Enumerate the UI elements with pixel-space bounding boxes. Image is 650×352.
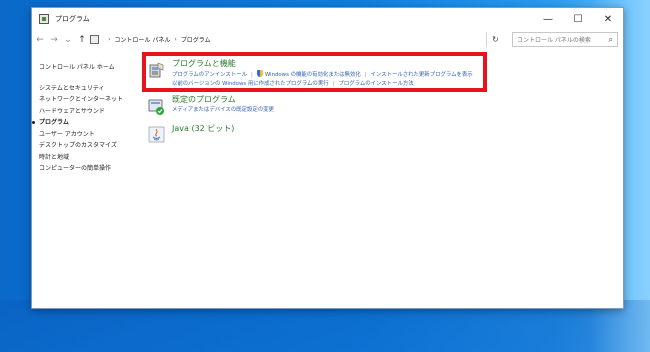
sidebar-item-user-accounts[interactable]: ユーザー アカウント — [36, 129, 136, 141]
highlight-box — [142, 52, 487, 92]
breadcrumb-programs[interactable]: プログラム — [181, 35, 211, 44]
up-arrow-icon[interactable]: ↑ — [76, 35, 88, 45]
back-arrow-icon[interactable]: ← — [34, 35, 46, 45]
sidebar-item-programs[interactable]: プログラム — [32, 117, 136, 129]
link-media-device-defaults[interactable]: メディアまたはデバイスの既定設定の変更 — [172, 107, 274, 113]
sidebar-item-network-internet[interactable]: ネットワークとインターネット — [36, 94, 136, 106]
close-button[interactable]: ✕ — [593, 8, 623, 30]
refresh-icon[interactable]: ↻ — [486, 32, 504, 47]
breadcrumb-control-panel[interactable]: コントロール パネル — [114, 35, 170, 44]
window-controls: — ☐ ✕ — [533, 8, 623, 30]
sidebar-item-clock-region[interactable]: 時計と地域 — [36, 152, 136, 164]
sidebar-item-hardware-sound[interactable]: ハードウェアとサウンド — [36, 106, 136, 118]
maximize-button[interactable]: ☐ — [563, 8, 593, 30]
category-title-java[interactable]: Java (32 ビット) — [172, 123, 234, 134]
sidebar-item-system-security[interactable]: システムとセキュリティ — [36, 83, 136, 95]
minimize-button[interactable]: — — [533, 8, 563, 30]
forward-arrow-icon[interactable]: → — [48, 35, 60, 45]
address-bar: ← → ⌄ ↑ › コントロール パネル › プログラム ↻ コントロール パネ… — [32, 30, 623, 50]
window-title: プログラム — [55, 15, 90, 23]
search-icon[interactable]: ⌕ — [609, 35, 613, 45]
control-panel-location-icon — [90, 35, 99, 44]
breadcrumb-separator-icon: › — [108, 36, 111, 43]
title-bar[interactable]: プログラム — ☐ ✕ — [32, 8, 623, 30]
sidebar-item-home[interactable]: コントロール パネル ホーム — [36, 62, 136, 74]
sidebar-item-ease-of-access[interactable]: コンピューターの簡単操作 — [36, 163, 136, 175]
default-programs-links: メディアまたはデバイスの既定設定の変更 — [172, 105, 274, 113]
category-title-default-programs[interactable]: 既定のプログラム — [172, 94, 236, 105]
breadcrumb-separator-icon: › — [174, 36, 177, 43]
sidebar: コントロール パネル ホーム システムとセキュリティ ネットワークとインターネッ… — [32, 62, 136, 175]
java-icon — [148, 126, 165, 143]
control-panel-icon — [39, 14, 49, 24]
sidebar-item-desktop-customization[interactable]: デスクトップのカスタマイズ — [36, 140, 136, 152]
default-programs-icon — [148, 99, 164, 115]
search-input[interactable]: コントロール パネルの検索 ⌕ — [512, 32, 618, 47]
search-placeholder: コントロール パネルの検索 — [517, 37, 591, 44]
recent-locations-chevron-icon[interactable]: ⌄ — [62, 35, 74, 45]
breadcrumb[interactable]: › コントロール パネル › プログラム — [90, 32, 483, 47]
